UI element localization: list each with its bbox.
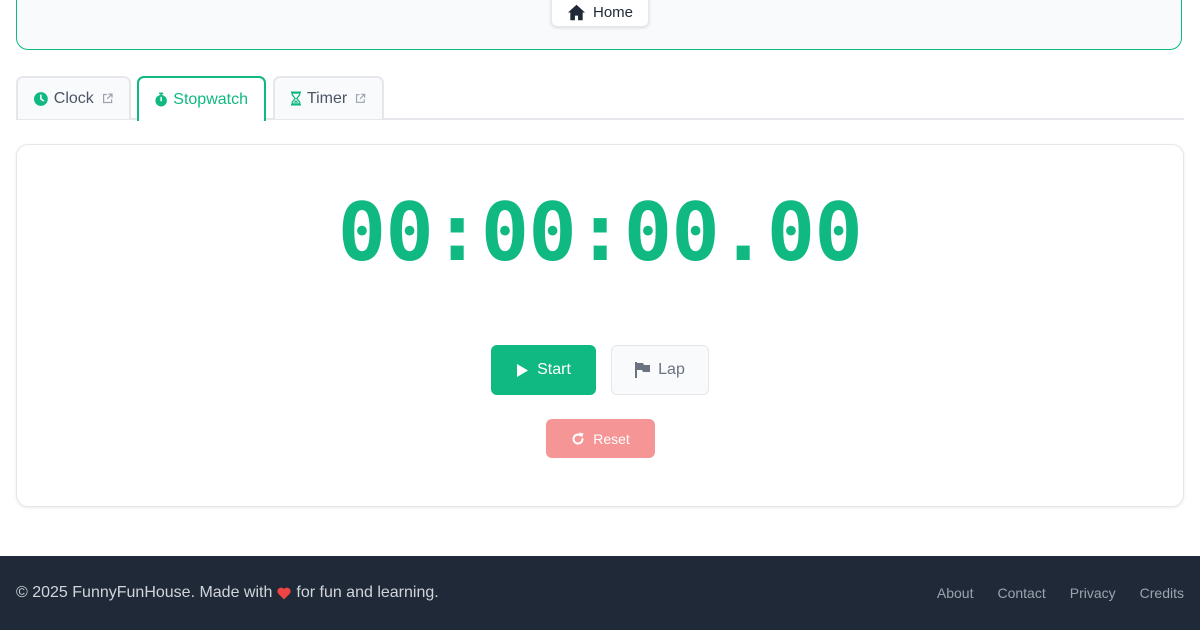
footer-link-privacy[interactable]: Privacy: [1070, 585, 1116, 601]
lap-button[interactable]: Lap: [611, 345, 709, 395]
external-link-icon: [356, 93, 366, 103]
start-button[interactable]: Start: [491, 345, 596, 395]
stopwatch-card: 00:00:00.00 Start Lap Reset: [16, 144, 1184, 507]
tab-clock[interactable]: Clock: [16, 76, 131, 119]
hourglass-icon: [291, 91, 301, 106]
home-button-label: Home: [592, 4, 633, 21]
reset-button-label: Reset: [593, 430, 630, 447]
clock-icon: [34, 91, 48, 106]
flag-icon: [635, 362, 651, 378]
play-icon: [517, 363, 529, 377]
start-button-label: Start: [537, 361, 571, 378]
tab-timer[interactable]: Timer: [273, 76, 384, 119]
tab-bar: Clock Stopwatch Timer: [16, 76, 1184, 121]
external-link-icon: [102, 93, 113, 104]
footer-link-contact[interactable]: Contact: [997, 585, 1045, 601]
footer-link-credits[interactable]: Credits: [1140, 585, 1184, 601]
lap-button-label: Lap: [658, 361, 685, 378]
home-button[interactable]: Home: [551, 0, 649, 27]
footer-links: About Contact Privacy Credits: [937, 585, 1184, 601]
tab-stopwatch[interactable]: Stopwatch: [137, 76, 266, 121]
tab-clock-label: Clock: [53, 89, 94, 107]
heart-icon: [277, 587, 291, 599]
footer: © 2025 FunnyFunHouse. Made with for fun …: [0, 556, 1200, 630]
copyright-suffix: for fun and learning.: [296, 584, 439, 601]
reset-button[interactable]: Reset: [546, 419, 655, 458]
tab-stopwatch-label: Stopwatch: [173, 90, 248, 108]
copyright-text: © 2025 FunnyFunHouse. Made with for fun …: [16, 584, 439, 602]
copyright-prefix: © 2025 FunnyFunHouse. Made with: [16, 584, 273, 601]
footer-link-about[interactable]: About: [937, 585, 974, 601]
redo-icon: [572, 432, 584, 445]
stopwatch-display: 00:00:00.00: [337, 186, 863, 279]
stopwatch-icon: [155, 92, 167, 107]
home-icon: [567, 4, 585, 21]
tab-timer-label: Timer: [306, 89, 348, 107]
